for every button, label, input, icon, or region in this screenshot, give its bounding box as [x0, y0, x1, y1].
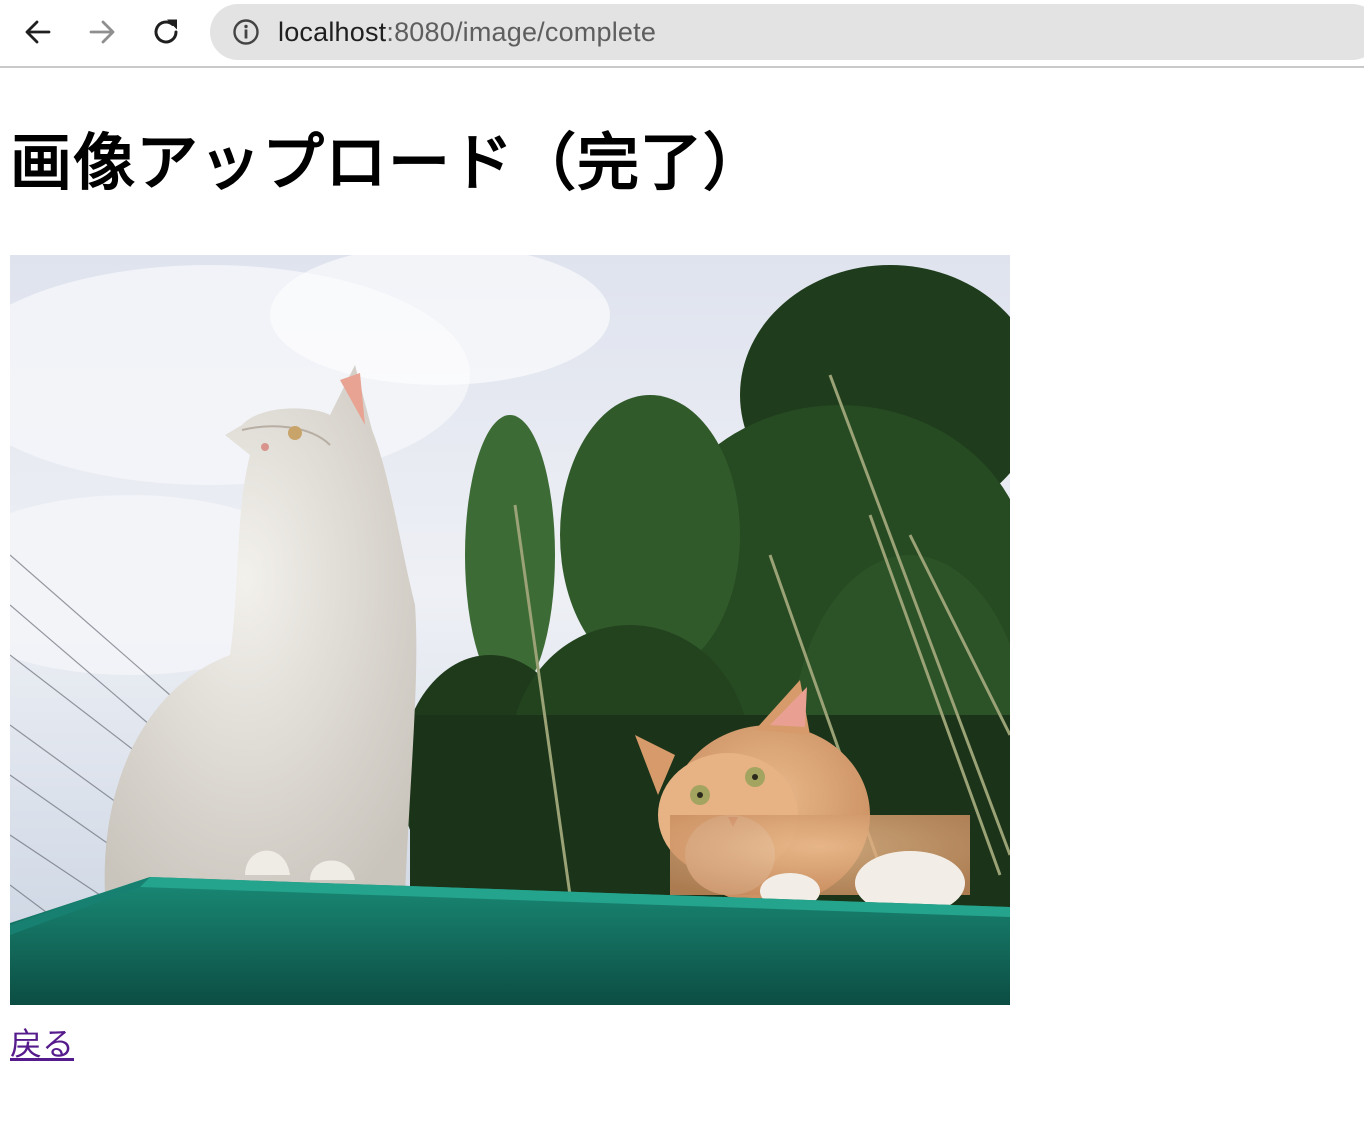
arrow-right-icon	[89, 20, 115, 44]
reload-icon	[154, 19, 178, 44]
page-title: 画像アップロード（完了）	[10, 126, 767, 199]
uploaded-photo	[10, 255, 1010, 1005]
forward-button[interactable]	[82, 12, 122, 52]
back-link[interactable]: 戻る	[10, 1019, 74, 1065]
info-icon[interactable]	[232, 18, 260, 46]
page-content: 画像アップロード（完了） 戻る	[0, 123, 1364, 1065]
address-bar[interactable]: localhost:8080/image/complete	[210, 4, 1364, 60]
url-path: :8080/image/complete	[386, 16, 657, 47]
back-button[interactable]	[18, 12, 58, 52]
reload-button[interactable]	[146, 12, 186, 52]
browser-toolbar: localhost:8080/image/complete	[0, 0, 1364, 68]
url-host: localhost	[278, 16, 387, 47]
url-text[interactable]: localhost:8080/image/complete	[278, 17, 656, 48]
arrow-left-icon	[25, 20, 51, 44]
